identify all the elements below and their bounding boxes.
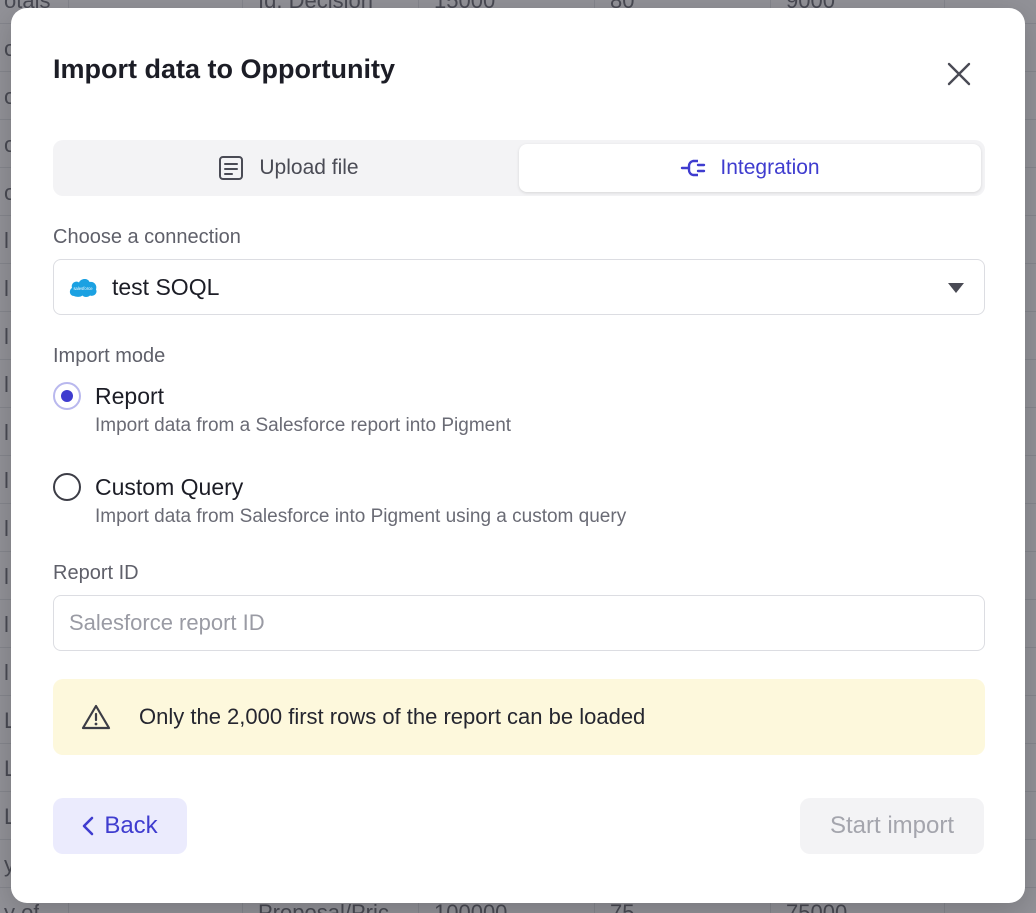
connection-label: Choose a connection (53, 226, 241, 248)
radio-button-custom-query[interactable] (53, 473, 81, 501)
back-label: Back (104, 812, 158, 839)
warning-banner: Only the 2,000 first rows of the report … (53, 679, 985, 755)
start-import-label: Start import (829, 812, 955, 839)
close-icon (947, 62, 971, 86)
salesforce-icon: salesforce (69, 279, 97, 297)
chevron-left-icon (83, 816, 94, 836)
warning-icon (81, 704, 111, 730)
tab-upload-label: Upload file (259, 156, 359, 179)
radio-title: Custom Query (95, 474, 244, 500)
document-icon (219, 156, 244, 180)
svg-text:salesforce: salesforce (73, 286, 93, 291)
radio-text: Custom Query Import data from Salesforce… (95, 472, 626, 528)
radio-button-report[interactable] (53, 382, 81, 410)
start-import-button[interactable]: Start import (800, 798, 984, 854)
report-id-input[interactable] (53, 595, 985, 651)
radio-option-report[interactable]: Report Import data from a Salesforce rep… (53, 381, 511, 437)
radio-description: Import data from Salesforce into Pigment… (95, 506, 627, 527)
report-id-label: Report ID (53, 562, 139, 584)
radio-description: Import data from a Salesforce report int… (95, 415, 512, 436)
warning-text: Only the 2,000 first rows of the report … (139, 704, 646, 729)
source-tabs: Upload file Integration (53, 140, 985, 196)
tab-integration[interactable]: Integration (519, 144, 981, 192)
close-button[interactable] (941, 56, 977, 92)
radio-title: Report (95, 383, 165, 409)
connection-selected-value: test SOQL (112, 273, 220, 300)
back-button[interactable]: Back (53, 798, 187, 854)
import-dialog: Import data to Opportunity Upload file I… (11, 8, 1025, 903)
caret-down-icon (948, 283, 964, 293)
import-mode-label: Import mode (53, 345, 166, 367)
connection-select[interactable]: salesforce test SOQL (53, 259, 985, 315)
radio-option-custom-query[interactable]: Custom Query Import data from Salesforce… (53, 472, 626, 528)
tab-upload-file[interactable]: Upload file (57, 144, 519, 192)
plug-icon (681, 159, 706, 177)
radio-text: Report Import data from a Salesforce rep… (95, 381, 511, 437)
tab-integration-label: Integration (720, 156, 820, 179)
dialog-title: Import data to Opportunity (53, 54, 395, 84)
